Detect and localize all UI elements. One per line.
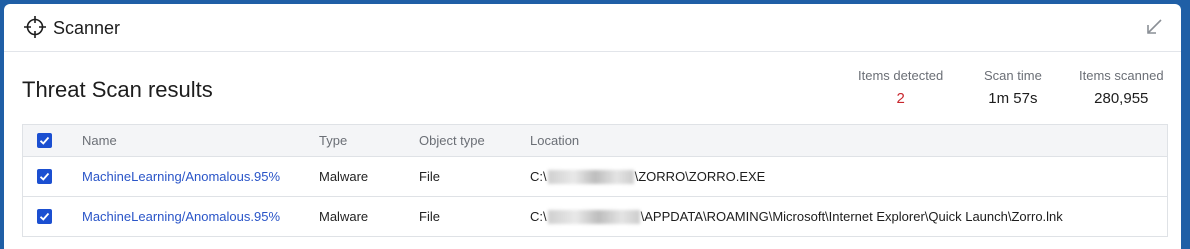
checkmark-icon bbox=[39, 172, 50, 181]
page-title: Threat Scan results bbox=[22, 77, 213, 102]
column-header-location[interactable]: Location bbox=[530, 125, 579, 156]
items-scanned-label: Items scanned bbox=[1079, 68, 1164, 83]
threat-type: Malware bbox=[319, 209, 369, 224]
minimize-icon[interactable] bbox=[1145, 18, 1163, 36]
scan-time-value: 1m 57s bbox=[988, 90, 1038, 107]
scanner-panel: Scanner Threat Scan results Items detect… bbox=[4, 4, 1181, 249]
location: C:\ \APPDATA\ROAMING\Microsoft\Internet … bbox=[530, 197, 1063, 236]
column-header-type[interactable]: Type bbox=[319, 125, 347, 156]
redacted-path bbox=[547, 169, 634, 184]
items-scanned-value: 280,955 bbox=[1094, 90, 1149, 107]
column-header-name[interactable]: Name bbox=[82, 125, 117, 156]
scan-time-stat: Scan time 1m 57s bbox=[984, 68, 1042, 107]
checkmark-icon bbox=[39, 212, 50, 221]
location: C:\ \ZORRO\ZORRO.EXE bbox=[530, 157, 765, 196]
column-header-object-type[interactable]: Object type bbox=[419, 125, 485, 156]
object-type: File bbox=[419, 169, 440, 184]
redacted-path bbox=[547, 209, 640, 224]
threat-type: Malware bbox=[319, 169, 369, 184]
checkmark-icon bbox=[39, 136, 50, 145]
location-suffix: \ZORRO\ZORRO.EXE bbox=[634, 169, 766, 184]
scan-time-label: Scan time bbox=[984, 68, 1042, 83]
items-detected-value: 2 bbox=[896, 90, 905, 107]
location-prefix: C:\ bbox=[530, 169, 547, 184]
threat-name-link[interactable]: MachineLearning/Anomalous.95% bbox=[82, 209, 280, 224]
crosshair-icon bbox=[24, 16, 46, 38]
location-suffix: \APPDATA\ROAMING\Microsoft\Internet Expl… bbox=[640, 209, 1063, 224]
threat-name-link[interactable]: MachineLearning/Anomalous.95% bbox=[82, 169, 280, 184]
table-row[interactable]: MachineLearning/Anomalous.95% Malware Fi… bbox=[23, 197, 1167, 237]
select-all-checkbox[interactable] bbox=[37, 133, 52, 148]
object-type: File bbox=[419, 209, 440, 224]
items-scanned-stat: Items scanned 280,955 bbox=[1079, 68, 1164, 107]
row-checkbox[interactable] bbox=[37, 209, 52, 224]
results-table: Name Type Object type Location MachineLe… bbox=[22, 124, 1168, 237]
window-title: Scanner bbox=[53, 18, 121, 38]
table-header: Name Type Object type Location bbox=[23, 125, 1167, 157]
items-detected-label: Items detected bbox=[858, 68, 944, 83]
title-bar: Scanner bbox=[4, 4, 1181, 52]
items-detected-stat: Items detected 2 bbox=[858, 68, 943, 107]
table-row[interactable]: MachineLearning/Anomalous.95% Malware Fi… bbox=[23, 157, 1167, 197]
row-checkbox[interactable] bbox=[37, 169, 52, 184]
location-prefix: C:\ bbox=[530, 209, 547, 224]
